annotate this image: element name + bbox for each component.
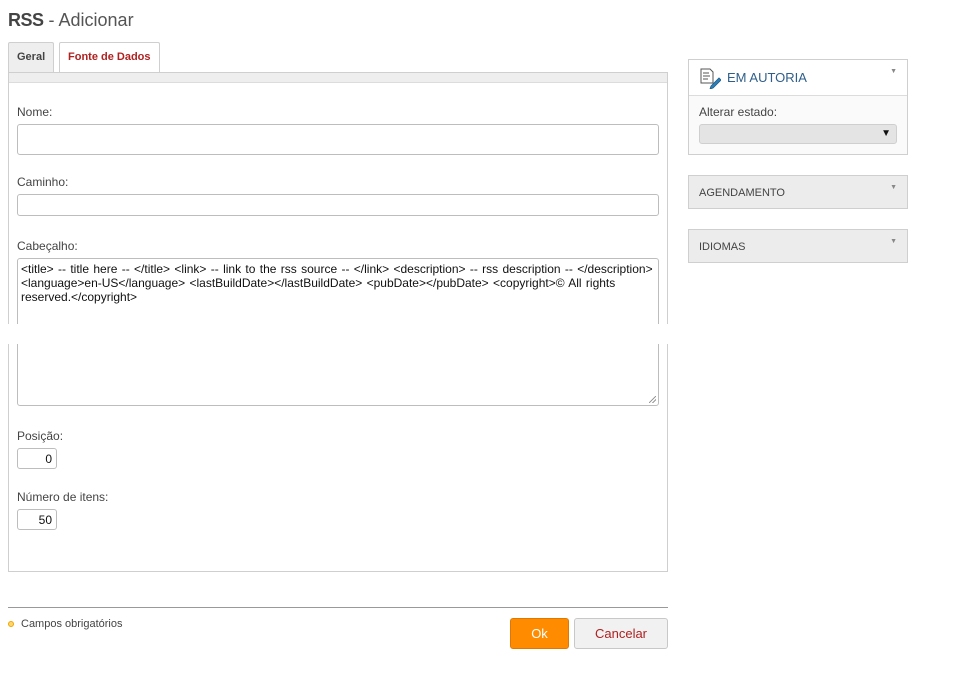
scheduling-panel[interactable]: AGENDAMENTO ▼ [688, 175, 908, 209]
chevron-down-icon[interactable]: ▼ [890, 184, 897, 191]
chevron-down-icon[interactable]: ▼ [890, 68, 897, 75]
status-select[interactable]: ▼ [699, 124, 897, 144]
tab-fonte-de-dados[interactable]: Fonte de Dados [59, 42, 160, 72]
scheduling-title: AGENDAMENTO [699, 187, 785, 199]
render-gap-band [0, 324, 668, 344]
status-panel-header[interactable]: EM AUTORIA ▼ [689, 60, 907, 96]
status-title: EM AUTORIA [727, 70, 807, 85]
items-count-label: Número de itens: [17, 490, 109, 504]
path-label: Caminho: [17, 175, 69, 189]
chevron-down-icon[interactable]: ▼ [890, 238, 897, 245]
form-panel: Nome: Caminho: Cabeçalho: <title> -- tit… [8, 72, 668, 572]
footer-divider [8, 607, 668, 608]
position-input[interactable]: 0 [17, 448, 57, 469]
required-marker-icon [8, 621, 14, 627]
header-label: Cabeçalho: [17, 239, 78, 253]
page-title-action: - Adicionar [43, 10, 134, 30]
header-textarea-content: <title> -- title here -- </title> <link>… [21, 262, 653, 304]
cancel-button[interactable]: Cancelar [574, 618, 668, 649]
resize-grip-icon[interactable] [649, 396, 656, 403]
tab-geral[interactable]: Geral [8, 42, 54, 72]
page-title: RSS - Adicionar [8, 10, 134, 31]
name-label: Nome: [17, 105, 53, 119]
status-change-label: Alterar estado: [699, 105, 778, 119]
page-title-module: RSS [8, 10, 44, 30]
status-panel: EM AUTORIA ▼ Alterar estado: ▼ [688, 59, 908, 155]
items-count-input[interactable]: 50 [17, 509, 57, 530]
form-top-strip [9, 73, 667, 83]
languages-title: IDIOMAS [699, 241, 746, 253]
ok-button[interactable]: Ok [510, 618, 569, 649]
path-input[interactable] [17, 194, 659, 216]
caret-down-icon: ▼ [881, 128, 891, 139]
languages-panel[interactable]: IDIOMAS ▼ [688, 229, 908, 263]
position-label: Posição: [17, 429, 64, 443]
required-fields-note: Campos obrigatórios [21, 618, 123, 630]
name-input[interactable] [17, 124, 659, 155]
document-edit-icon [700, 68, 721, 89]
